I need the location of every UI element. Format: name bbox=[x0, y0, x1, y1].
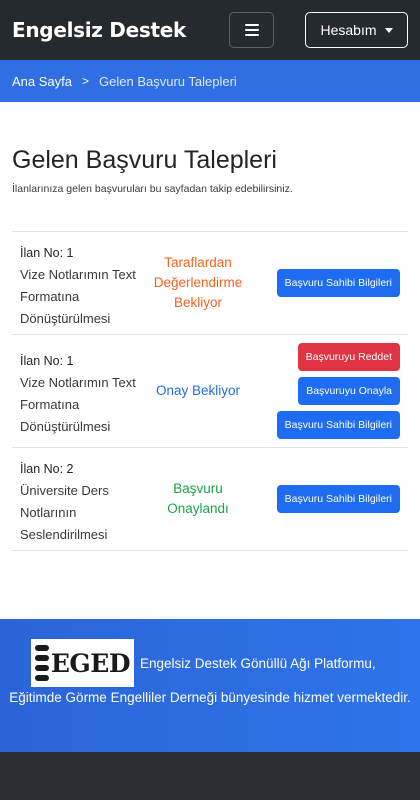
applicant-info-button[interactable]: Başvuru Sahibi Bilgileri bbox=[276, 411, 400, 439]
ilan-title: Vize Notlarımın Text Formatına Dönüştürü… bbox=[20, 267, 136, 326]
breadcrumb-current: Gelen Başvuru Talepleri bbox=[99, 73, 237, 89]
application-status: Taraflardan Değerlendirme Bekliyor bbox=[153, 255, 243, 310]
breadcrumb: Ana Sayfa > Gelen Başvuru Talepleri bbox=[0, 60, 420, 102]
page-title: Gelen Başvuru Talepleri bbox=[12, 146, 277, 174]
applicant-info-button[interactable]: Başvuru Sahibi Bilgileri bbox=[276, 485, 400, 513]
row-actions: Başvuru Sahibi Bilgileri bbox=[248, 269, 400, 297]
footer-text-line1: Engelsiz Destek Gönüllü Ağı Platformu, bbox=[140, 656, 376, 671]
ilan-title: Vize Notlarımın Text Formatına Dönüştürü… bbox=[20, 375, 136, 434]
hamburger-menu-icon-bar bbox=[244, 29, 259, 31]
applicant-info-button[interactable]: Başvuru Sahibi Bilgileri bbox=[276, 269, 400, 297]
application-status: Onay Bekliyor bbox=[155, 383, 241, 398]
brand-logo-text[interactable]: Engelsiz Destek bbox=[12, 18, 186, 42]
application-info: İlan No: 1 Vize Notlarımın Text Formatın… bbox=[20, 344, 148, 438]
application-status: Başvuru Onaylandı bbox=[167, 481, 229, 516]
top-navbar: Engelsiz Destek Hesabım bbox=[0, 0, 420, 60]
table-row: İlan No: 1 Vize Notlarımın Text Formatın… bbox=[12, 335, 408, 448]
reject-application-button[interactable]: Başvuruyu Reddet bbox=[297, 343, 400, 371]
ilan-number: İlan No: 1 bbox=[20, 246, 74, 260]
application-info: İlan No: 2 Üniversite Ders Notlarının Se… bbox=[20, 452, 148, 546]
breadcrumb-separator: > bbox=[82, 74, 90, 88]
applications-table: İlan No: 1 Vize Notlarımın Text Formatın… bbox=[12, 231, 408, 551]
eged-logo-mark-icon bbox=[35, 643, 49, 683]
ilan-title: Üniversite Ders Notlarının Seslendirilme… bbox=[20, 483, 109, 542]
hamburger-menu-icon bbox=[244, 24, 259, 26]
caret-down-icon bbox=[384, 27, 393, 33]
bottom-bar bbox=[0, 752, 420, 800]
row-actions: Başvuruyu Reddet Başvuruyu Onayla Başvur… bbox=[248, 343, 400, 439]
breadcrumb-home-link[interactable]: Ana Sayfa bbox=[12, 74, 72, 89]
ilan-number: İlan No: 1 bbox=[20, 354, 74, 368]
approve-application-button[interactable]: Başvuruyu Onayla bbox=[298, 377, 400, 405]
table-row: İlan No: 1 Vize Notlarımın Text Formatın… bbox=[12, 232, 408, 335]
row-actions: Başvuru Sahibi Bilgileri bbox=[248, 485, 400, 513]
footer-text-line2: Eğitimde Görme Engelliler Derneği bünyes… bbox=[9, 690, 411, 705]
account-dropdown-button[interactable]: Hesabım bbox=[305, 12, 408, 48]
hamburger-menu-icon-bar bbox=[244, 34, 259, 36]
account-label: Hesabım bbox=[320, 22, 377, 38]
table-row: İlan No: 2 Üniversite Ders Notlarının Se… bbox=[12, 448, 408, 551]
site-footer: EGED Engelsiz Destek Gönüllü Ağı Platfor… bbox=[0, 619, 420, 752]
ilan-number: İlan No: 2 bbox=[20, 462, 74, 476]
application-info: İlan No: 1 Vize Notlarımın Text Formatın… bbox=[20, 236, 148, 330]
eged-logo: EGED bbox=[31, 639, 134, 687]
eged-logo-text: EGED bbox=[50, 648, 131, 678]
page-subtitle: İlanlarınıza gelen başvuruları bu sayfad… bbox=[12, 183, 293, 195]
hamburger-menu-button[interactable] bbox=[229, 12, 274, 48]
